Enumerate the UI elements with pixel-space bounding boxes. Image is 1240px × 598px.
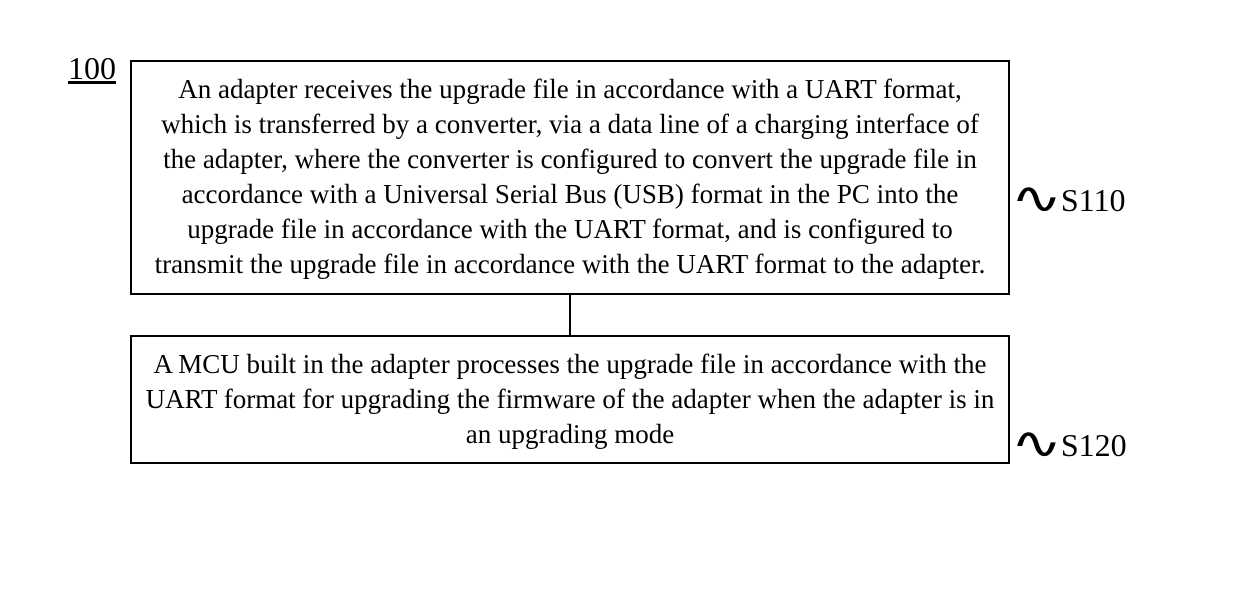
figure-number: 100 (68, 50, 116, 87)
step-label-s120: ∿ S120 (1018, 420, 1127, 471)
step-box-s120: A MCU built in the adapter processes the… (130, 335, 1010, 464)
step-label-text: S110 (1061, 182, 1126, 219)
connector-tilde-icon: ∿ (1011, 418, 1063, 469)
connector-s110-s120 (569, 295, 571, 335)
flowchart: An adapter receives the upgrade file in … (130, 60, 1010, 464)
step-box-s110: An adapter receives the upgrade file in … (130, 60, 1010, 295)
step-label-text: S120 (1061, 427, 1127, 464)
step-label-s110: ∿ S110 (1018, 175, 1125, 226)
connector-tilde-icon: ∿ (1011, 173, 1063, 224)
